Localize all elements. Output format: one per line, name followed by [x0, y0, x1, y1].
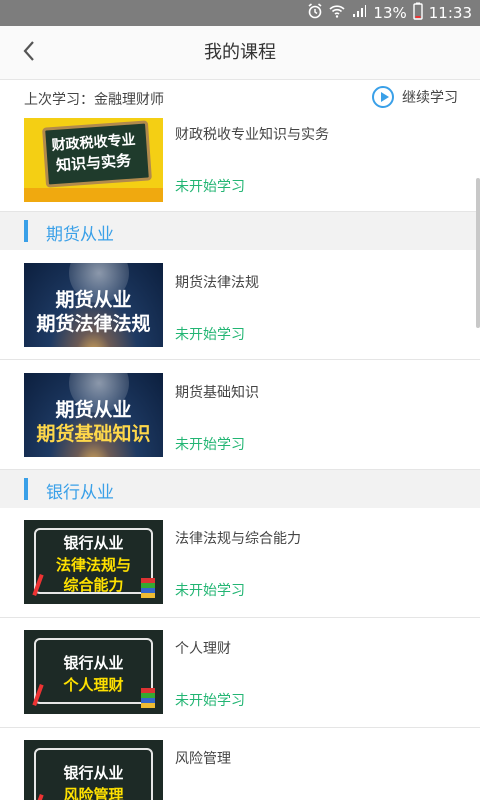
course-status: 未开始学习: [175, 583, 245, 599]
section-label: 期货从业: [46, 225, 114, 245]
course-item[interactable]: 财政税收专业 知识与实务 财政税收专业知识与实务 未开始学习: [0, 116, 480, 212]
course-item[interactable]: 期货从业 期货基础知识 期货基础知识 未开始学习: [0, 360, 480, 470]
wifi-icon: [329, 3, 345, 23]
thumb-line: 银行从业: [63, 654, 124, 672]
status-bar: 13% 11:33: [0, 0, 480, 26]
section-header-futures: 期货从业: [0, 212, 480, 250]
section-accent-bar: [24, 478, 28, 500]
course-thumbnail: 期货从业 期货基础知识: [24, 373, 163, 457]
books-icon: [141, 578, 155, 598]
course-item[interactable]: 银行从业 法律法规与 综合能力 法律法规与综合能力 未开始学习: [0, 508, 480, 618]
course-name: 期货基础知识: [175, 385, 259, 401]
section-label: 银行从业: [46, 483, 114, 503]
continue-study-button[interactable]: 继续学习: [372, 86, 458, 108]
continue-study-label: 继续学习: [402, 90, 458, 106]
thumb-line: 银行从业: [63, 534, 124, 552]
course-status: 未开始学习: [175, 693, 245, 709]
battery-icon: [413, 2, 423, 24]
course-thumbnail: 财政税收专业 知识与实务: [24, 118, 163, 202]
course-thumbnail: 银行从业 个人理财: [24, 630, 163, 714]
course-name: 期货法律法规: [175, 275, 259, 291]
thumb-line: 法律法规与: [55, 556, 131, 574]
course-item[interactable]: 期货从业 期货法律法规 期货法律法规 未开始学习: [0, 250, 480, 360]
page-title: 我的课程: [204, 42, 276, 63]
course-name: 风险管理: [175, 751, 231, 767]
alarm-icon: [307, 3, 323, 23]
course-name: 个人理财: [175, 641, 231, 657]
books-icon: [141, 688, 155, 708]
thumb-line: 风险管理: [63, 786, 124, 800]
course-name: 法律法规与综合能力: [175, 531, 301, 547]
course-status: 未开始学习: [175, 179, 245, 195]
thumb-line: 银行从业: [63, 764, 124, 782]
course-thumbnail: 银行从业 法律法规与 综合能力: [24, 520, 163, 604]
course-name: 财政税收专业知识与实务: [175, 127, 329, 143]
course-thumbnail: 期货从业 期货法律法规: [24, 263, 163, 347]
app-header: 我的课程: [0, 26, 480, 80]
thumb-line: 期货基础知识: [36, 423, 151, 445]
last-study-text: 上次学习：金融理财师: [24, 92, 164, 108]
course-item[interactable]: 银行从业 个人理财 个人理财 未开始学习: [0, 618, 480, 728]
clock: 11:33: [428, 4, 472, 22]
course-item[interactable]: 银行从业 风险管理 风险管理: [0, 728, 480, 800]
status-icons: 13% 11:33: [307, 0, 472, 26]
course-status: 未开始学习: [175, 327, 245, 343]
thumb-line: 期货从业: [55, 289, 132, 311]
course-status: 未开始学习: [175, 437, 245, 453]
course-thumbnail: 银行从业 风险管理: [24, 740, 163, 800]
section-accent-bar: [24, 220, 28, 242]
thumb-decoration: [24, 188, 163, 202]
thumb-line: 期货法律法规: [36, 313, 151, 335]
section-header-banking: 银行从业: [0, 470, 480, 508]
scrollbar[interactable]: [476, 178, 480, 328]
signal-icon: [351, 3, 367, 23]
play-icon: [372, 86, 394, 108]
battery-percent: 13%: [373, 4, 407, 22]
last-study-row: 上次学习：金融理财师 继续学习: [0, 80, 480, 116]
thumb-line: 期货从业: [55, 399, 132, 421]
